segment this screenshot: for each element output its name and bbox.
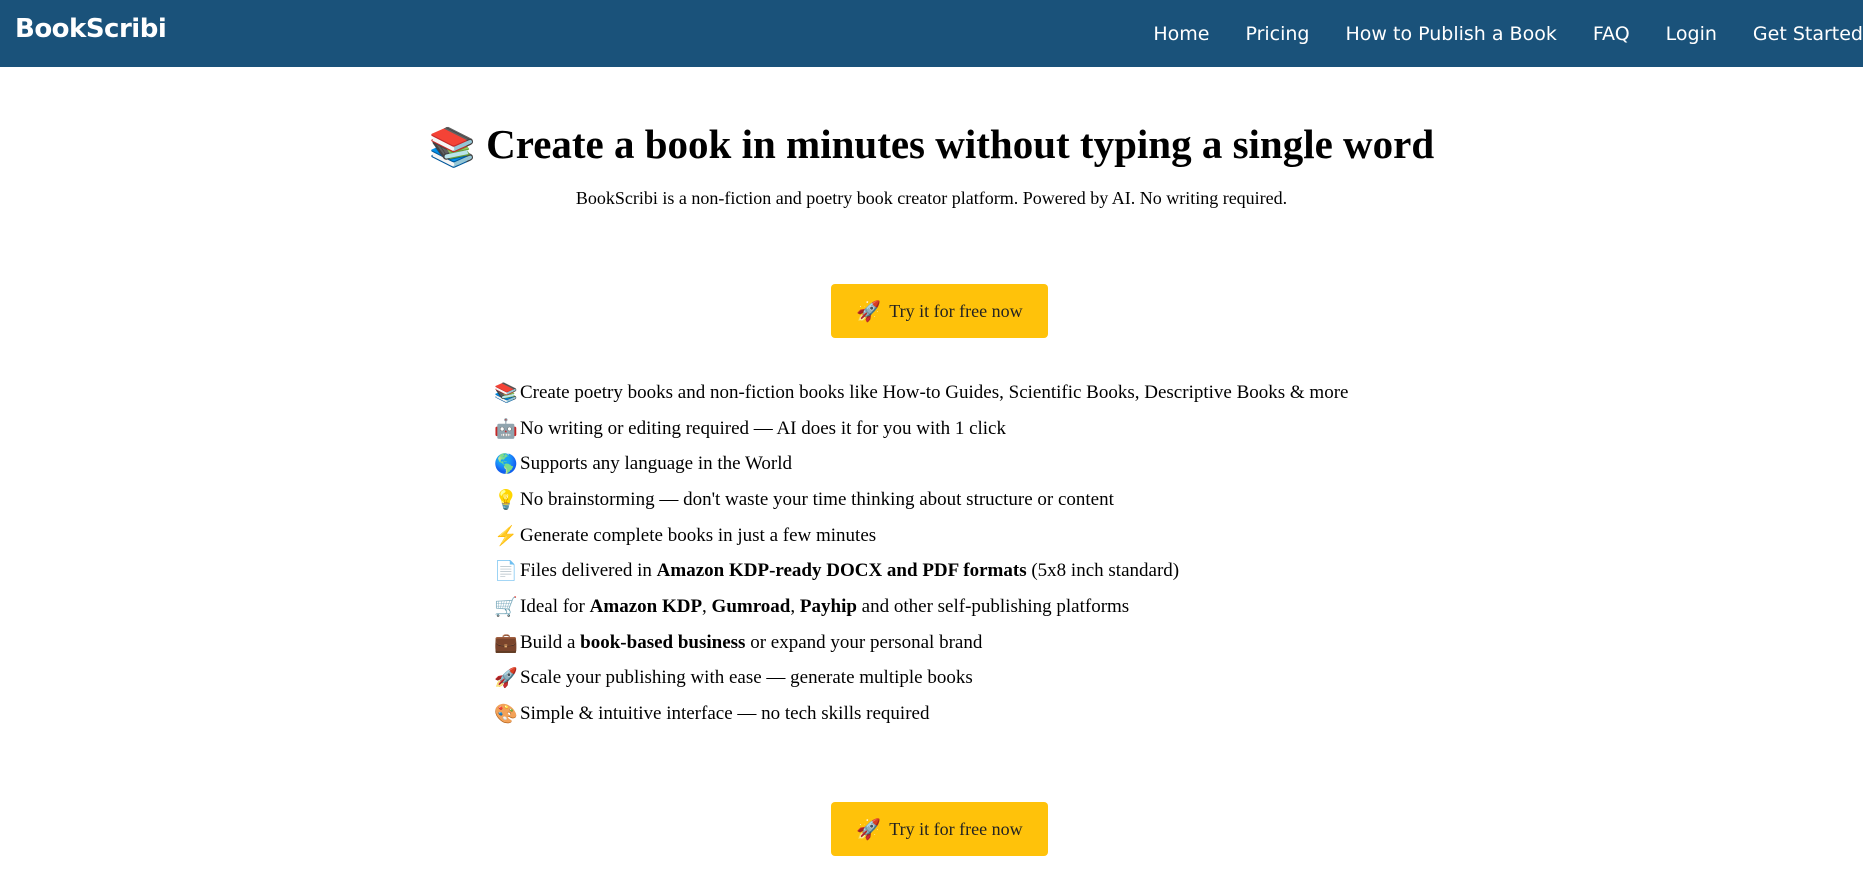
nav-how-to-publish[interactable]: How to Publish a Book [1346, 23, 1557, 45]
feature-text-part: Create poetry books and non-fiction book… [520, 381, 1349, 403]
globe-icon: 🌎 [494, 454, 518, 476]
try-free-button-label: Try it for free now [889, 300, 1023, 321]
feature-text-part: , [790, 595, 800, 617]
nav-pricing[interactable]: Pricing [1245, 23, 1309, 45]
shopping-cart-icon: 🛒 [494, 596, 518, 618]
feature-text-part: No brainstorming — don't waste your time… [520, 488, 1114, 510]
hero-title-row: 📚 Create a book in minutes without typing… [0, 118, 1863, 174]
palette-icon: 🎨 [494, 704, 518, 726]
feature-item: 📚 Create poetry books and non-fiction boo… [494, 375, 1494, 411]
feature-item: 🚀 Scale your publishing with ease — gener… [494, 661, 1494, 697]
hero-subtitle: BookScribi is a non-fiction and poetry b… [575, 188, 1288, 208]
rocket-icon: 🚀 [856, 818, 882, 841]
feature-text-part: Supports any language in the World [520, 453, 792, 475]
rocket-icon: 🚀 [856, 300, 882, 323]
hero-title: Create a book in minutes without typing … [486, 121, 1435, 167]
nav-home[interactable]: Home [1153, 23, 1209, 45]
lightning-icon: ⚡ [494, 525, 518, 547]
feature-item: 🎨 Simple & intuitive interface — no tech … [494, 696, 1494, 732]
robot-icon: 🤖 [494, 418, 518, 440]
feature-text-part: Ideal for [520, 595, 590, 617]
feature-text-bold: Gumroad [711, 595, 791, 617]
try-free-button-bottom[interactable]: 🚀 Try it for free now [831, 802, 1048, 856]
feature-text: Generate complete books in just a few mi… [520, 525, 876, 547]
feature-item: 💼 Build a book-based business or expand y… [494, 625, 1494, 661]
feature-text-part: or expand your personal brand [745, 631, 983, 653]
nav-links: Home Pricing How to Publish a Book FAQ L… [1117, 0, 1863, 67]
feature-text: No writing or editing required — AI does… [520, 418, 1006, 440]
briefcase-icon: 💼 [494, 632, 518, 654]
feature-item: 💡 No brainstorming — don't waste your tim… [494, 482, 1494, 518]
feature-item: 🌎 Supports any language in the World [494, 446, 1494, 482]
feature-text: Simple & intuitive interface — no tech s… [520, 703, 929, 725]
feature-text-part: No writing or editing required — AI does… [520, 417, 1006, 439]
feature-item: 🛒 Ideal for Amazon KDP, Gumroad, Payhip a… [494, 589, 1494, 625]
feature-text: Supports any language in the World [520, 453, 792, 475]
feature-text-part: Simple & intuitive interface — no tech s… [520, 703, 930, 725]
feature-text-bold: Amazon KDP-ready DOCX and PDF formats [656, 560, 1027, 582]
feature-item: 🤖 No writing or editing required — AI doe… [494, 411, 1494, 447]
feature-text-bold: book-based business [580, 631, 746, 653]
feature-text-part: , [702, 595, 712, 617]
feature-text: Ideal for Amazon KDP, Gumroad, Payhip an… [520, 596, 1129, 618]
feature-text: Create poetry books and non-fiction book… [520, 382, 1348, 404]
lightbulb-icon: 💡 [494, 489, 518, 511]
feature-item: ⚡ Generate complete books in just a few m… [494, 518, 1494, 554]
feature-text-part: Files delivered in [520, 560, 657, 582]
feature-list: 📚 Create poetry books and non-fiction boo… [494, 375, 1494, 732]
feature-text-bold: Amazon KDP [589, 595, 703, 617]
feature-text: Build a book-based business or expand yo… [520, 632, 982, 654]
feature-text: Scale your publishing with ease — genera… [520, 667, 973, 689]
feature-text-part: and other self-publishing platforms [856, 595, 1130, 617]
brand-logo[interactable]: BookScribi [15, 14, 167, 44]
feature-text-part: Build a [520, 631, 581, 653]
try-free-button-label: Try it for free now [889, 818, 1023, 839]
nav-faq[interactable]: FAQ [1593, 23, 1630, 45]
feature-text-part: (5x8 inch standard) [1026, 560, 1180, 582]
books-icon: 📚 [428, 127, 477, 169]
feature-text-bold: Payhip [799, 595, 857, 617]
nav-get-started[interactable]: Get Started [1753, 23, 1863, 45]
document-icon: 📄 [494, 561, 518, 583]
feature-item: 📄 Files delivered in Amazon KDP-ready DOC… [494, 553, 1494, 589]
try-free-button-top[interactable]: 🚀 Try it for free now [831, 284, 1048, 338]
feature-text: Files delivered in Amazon KDP-ready DOCX… [520, 560, 1179, 582]
feature-text: No brainstorming — don't waste your time… [520, 489, 1114, 511]
feature-text-part: Scale your publishing with ease — genera… [520, 667, 973, 689]
navbar: BookScribi Home Pricing How to Publish a… [0, 0, 1863, 67]
books-icon: 📚 [494, 382, 518, 404]
feature-text-part: Generate complete books in just a few mi… [520, 524, 877, 546]
nav-login[interactable]: Login [1666, 23, 1717, 45]
rocket-icon: 🚀 [494, 668, 518, 690]
